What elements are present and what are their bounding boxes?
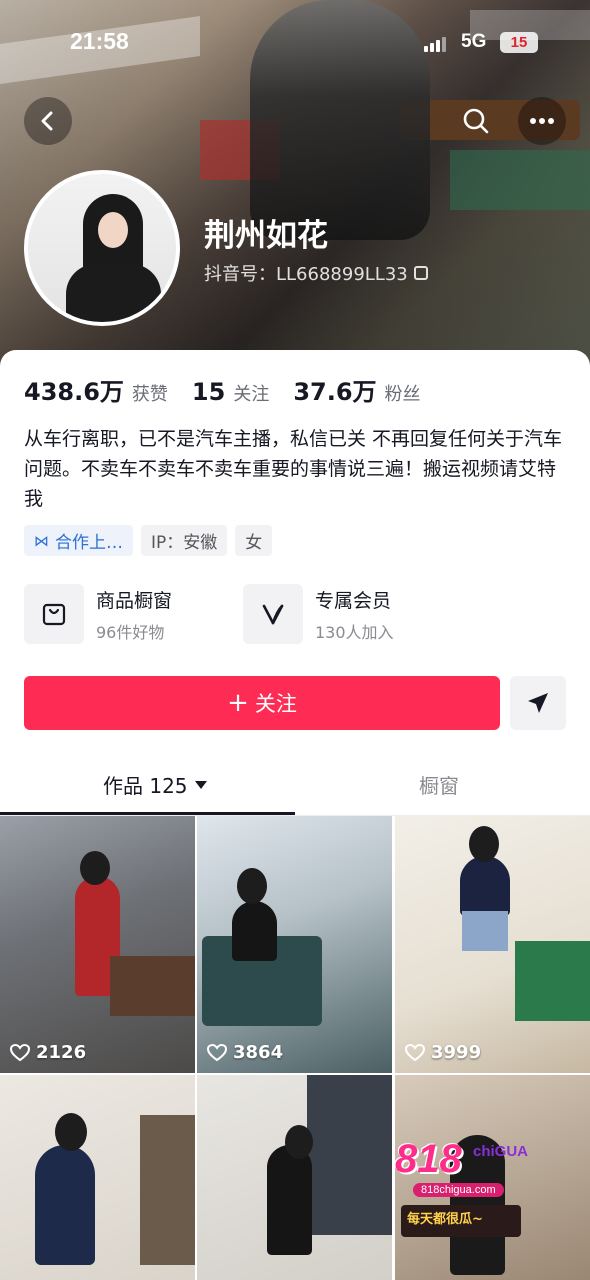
copy-icon[interactable] xyxy=(413,266,428,280)
tab-shop-window[interactable]: 橱窗 xyxy=(419,770,459,799)
service-subtitle: 130人加入 xyxy=(315,622,394,642)
back-button[interactable] xyxy=(24,97,72,145)
like-count-text: 3999 xyxy=(431,1042,482,1063)
status-time: 21:58 xyxy=(70,28,129,54)
douyin-id-text: 抖音号：LL668899LL33 xyxy=(204,264,408,285)
status-bar: 21:58 5G 15 xyxy=(0,28,590,64)
thumb-figure xyxy=(232,901,277,961)
thumb-head xyxy=(55,1113,87,1151)
paper-plane-icon xyxy=(528,693,548,713)
thumb-head xyxy=(80,851,110,885)
thumb-pool-table xyxy=(515,941,590,1021)
like-count: 3864 xyxy=(207,1042,283,1063)
tab-works-label: 作品 125 xyxy=(103,774,188,798)
douyin-id[interactable]: 抖音号：LL668899LL33 xyxy=(204,260,428,286)
plus-icon: + xyxy=(227,688,249,718)
thumb-head xyxy=(285,1125,313,1159)
video-thumbnail[interactable]: 3864 xyxy=(197,816,392,1073)
tab-works[interactable]: 作品 125 xyxy=(103,770,208,799)
stat-followers[interactable]: 37.6万 粉丝 xyxy=(293,372,420,407)
tag-ip: IP：安徽 xyxy=(141,525,228,556)
thumb-head xyxy=(469,826,499,862)
video-thumbnail[interactable]: 2126 xyxy=(0,816,195,1073)
signal-icon xyxy=(424,36,448,52)
video-thumbnail[interactable]: 818 chiGUA 818chigua.com 每天都很瓜~ xyxy=(395,1075,590,1280)
video-thumbnail[interactable] xyxy=(0,1075,195,1280)
profile-nickname: 荆州如花 xyxy=(204,218,328,254)
service-membership[interactable]: 专属会员 130人加入 xyxy=(243,584,440,644)
profile-bio: 从车行离职，已不是汽车主播，私信已关 不再回复任何关于汽车问题。不卖车不卖车不卖… xyxy=(24,428,563,510)
stat-value: 15 xyxy=(191,378,226,406)
service-subtitle: 96件好物 xyxy=(96,622,165,642)
thumb-window xyxy=(307,1075,392,1235)
more-button[interactable] xyxy=(518,97,566,145)
stat-following[interactable]: 15 关注 xyxy=(192,378,269,406)
stat-label: 关注 xyxy=(233,384,270,405)
ad-watermark: 818 chiGUA 818chigua.com 每天都很瓜~ xyxy=(395,1127,590,1242)
tag-cooperation-label: 合作上… xyxy=(55,533,123,553)
service-shop-window[interactable]: 商品橱窗 96件好物 xyxy=(24,584,221,644)
like-count: 3999 xyxy=(405,1042,481,1063)
caret-down-icon xyxy=(194,780,207,789)
video-grid: 2126 3864 3999 818 chiGUA 818chigua.com … xyxy=(0,816,590,1280)
like-count-text: 2126 xyxy=(36,1042,87,1063)
stat-value: 438.6万 xyxy=(24,378,124,406)
heart-icon xyxy=(207,1043,227,1061)
thumb-figure xyxy=(460,856,510,916)
v-icon xyxy=(243,584,303,644)
stats-row: 438.6万 获赞 15 关注 37.6万 粉丝 xyxy=(24,372,421,407)
ad-logo-brand: chiGUA xyxy=(473,1143,529,1160)
profile-card: 438.6万 获赞 15 关注 37.6万 粉丝 从车行离职，已不是汽车主播，私… xyxy=(0,350,590,1280)
video-thumbnail[interactable] xyxy=(197,1075,392,1280)
thumb-cabinet xyxy=(140,1115,195,1265)
ad-slogan: 每天都很瓜~ xyxy=(401,1205,521,1237)
avatar-face xyxy=(98,212,128,248)
service-title: 专属会员 xyxy=(315,589,392,612)
video-thumbnail[interactable]: 3999 xyxy=(395,816,590,1073)
stat-label: 粉丝 xyxy=(384,384,421,405)
bag-icon xyxy=(24,584,84,644)
service-title: 商品橱窗 xyxy=(96,589,173,612)
services-row: 商品橱窗 96件好物 专属会员 130人加入 xyxy=(24,584,440,644)
ad-logo-number: 818 xyxy=(395,1137,462,1181)
stat-label: 获赞 xyxy=(131,384,168,405)
like-count-text: 3864 xyxy=(233,1042,284,1063)
profile-tabs: 作品 125 橱窗 xyxy=(0,760,590,816)
thumb-table xyxy=(110,956,195,1016)
stat-value: 37.6万 xyxy=(293,378,377,406)
tag-gender: 女 xyxy=(235,525,273,556)
like-count: 2126 xyxy=(10,1042,86,1063)
avatar[interactable] xyxy=(24,170,180,326)
ad-domain: 818chigua.com xyxy=(413,1183,504,1197)
active-tab-indicator xyxy=(0,812,295,815)
heart-icon xyxy=(10,1043,30,1061)
service-text: 专属会员 130人加入 xyxy=(315,586,440,643)
avatar-body xyxy=(66,264,161,322)
send-message-button[interactable] xyxy=(510,676,566,730)
tag-cooperation[interactable]: ⋈ 合作上… xyxy=(24,525,133,556)
cover-pool-table xyxy=(450,150,590,210)
more-dots-icon xyxy=(530,118,554,124)
follow-button[interactable]: + 关注 xyxy=(24,676,500,730)
service-text: 商品橱窗 96件好物 xyxy=(96,586,221,643)
network-type: 5G xyxy=(461,31,487,52)
thumb-figure xyxy=(267,1145,312,1255)
thumb-head xyxy=(237,868,267,904)
handshake-icon: ⋈ xyxy=(34,531,49,550)
stat-likes[interactable]: 438.6万 获赞 xyxy=(24,372,168,407)
chevron-left-icon xyxy=(41,111,53,131)
search-button[interactable] xyxy=(452,97,500,145)
battery-icon: 15 xyxy=(500,32,538,53)
follow-label: 关注 xyxy=(254,692,297,716)
heart-icon xyxy=(405,1043,425,1061)
search-icon xyxy=(463,108,489,134)
profile-tags: ⋈ 合作上… IP：安徽 女 xyxy=(24,525,273,556)
thumb-shorts xyxy=(462,911,508,951)
thumb-figure xyxy=(35,1145,95,1265)
